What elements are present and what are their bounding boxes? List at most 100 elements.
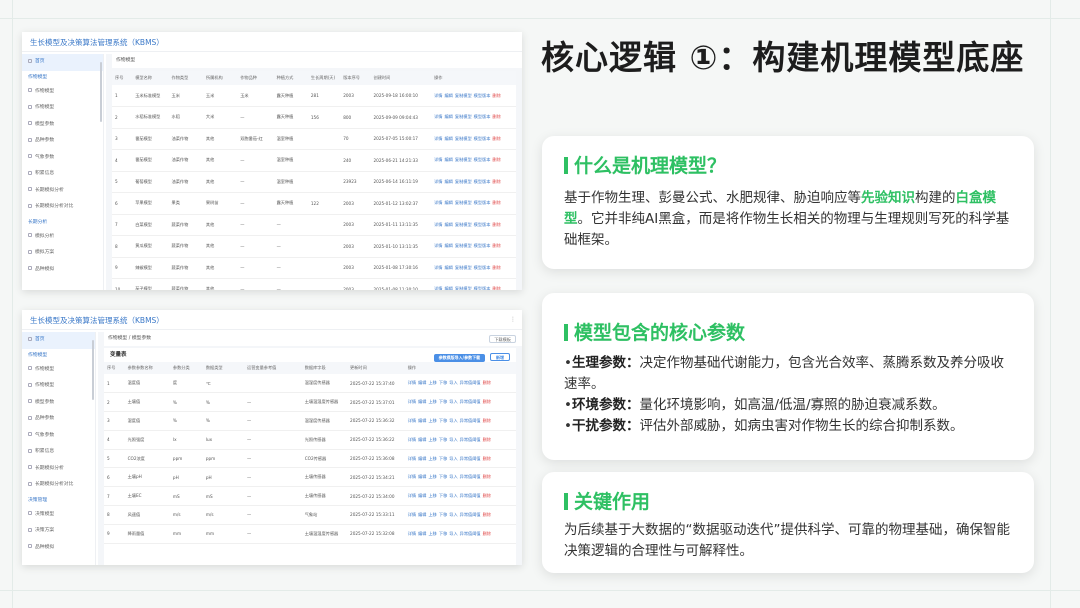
delete-link[interactable]: 删除 — [492, 114, 500, 119]
scrollbar[interactable] — [92, 340, 94, 400]
action-link[interactable]: 上移 — [428, 437, 436, 442]
sidebar-item[interactable]: 品种参数 — [22, 411, 95, 428]
action-link[interactable]: 编辑 — [444, 136, 452, 141]
scrollbar[interactable] — [100, 62, 102, 122]
action-link[interactable]: 编辑 — [418, 418, 426, 423]
delete-link[interactable]: 删除 — [492, 136, 500, 141]
action-link[interactable]: 详情 — [408, 531, 416, 536]
action-link[interactable]: 详情 — [408, 418, 416, 423]
sidebar-item[interactable]: 长期模拟分析对比 — [22, 199, 103, 216]
sidebar-item[interactable]: 长期模拟分析 — [22, 183, 103, 200]
action-link[interactable]: 异常值阈值 — [460, 380, 481, 385]
delete-link[interactable]: 删除 — [492, 286, 500, 290]
action-link[interactable]: 模型版本 — [474, 136, 491, 141]
action-link[interactable]: 异常值阈值 — [460, 456, 481, 461]
sidebar-item[interactable]: 作物模型 — [22, 84, 103, 101]
action-link[interactable]: 异常值阈值 — [460, 531, 481, 536]
action-link[interactable]: 异常值阈值 — [460, 418, 481, 423]
sidebar-item[interactable]: 气象参数 — [22, 150, 103, 167]
sidebar-item[interactable]: 长期模拟分析 — [22, 461, 95, 478]
sidebar-item[interactable]: 品种参数 — [22, 133, 103, 150]
action-link[interactable]: 异常值阈值 — [460, 399, 481, 404]
action-link[interactable]: 下移 — [439, 493, 447, 498]
delete-link[interactable]: 删除 — [492, 243, 500, 248]
download-template-button[interactable]: 下载模板 — [489, 335, 516, 343]
action-link[interactable]: 下移 — [439, 531, 447, 536]
action-link[interactable]: 详情 — [434, 222, 442, 227]
sidebar-item[interactable]: 气象参数 — [22, 428, 95, 445]
action-link[interactable]: 模型版本 — [474, 222, 491, 227]
sidebar-item[interactable]: 模拟方案 — [22, 245, 103, 262]
action-link[interactable]: 详情 — [434, 136, 442, 141]
import-button[interactable]: 参数模版导入/参数下载 — [433, 354, 486, 362]
action-link[interactable]: 导入 — [449, 512, 457, 517]
action-link[interactable]: 详情 — [434, 200, 442, 205]
action-link[interactable]: 详情 — [434, 114, 442, 119]
action-link[interactable]: 导入 — [449, 531, 457, 536]
action-link[interactable]: 导入 — [449, 474, 457, 479]
action-link[interactable]: 上移 — [428, 531, 436, 536]
action-link[interactable]: 下移 — [439, 456, 447, 461]
sidebar-item[interactable]: 作物模型 — [22, 100, 103, 117]
action-link[interactable]: 编辑 — [444, 200, 452, 205]
action-link[interactable]: 编辑 — [444, 286, 452, 290]
action-link[interactable]: 编辑 — [444, 114, 452, 119]
sidebar-item[interactable]: 品种模拟 — [22, 262, 103, 279]
action-link[interactable]: 复制模型 — [455, 114, 472, 119]
action-link[interactable]: 上移 — [428, 474, 436, 479]
sidebar-item[interactable]: 品种模拟 — [22, 540, 95, 557]
action-link[interactable]: 导入 — [449, 399, 457, 404]
action-link[interactable]: 导入 — [449, 380, 457, 385]
action-link[interactable]: 下移 — [439, 512, 447, 517]
action-link[interactable]: 复制模型 — [455, 222, 472, 227]
action-link[interactable]: 导入 — [449, 493, 457, 498]
action-link[interactable]: 导入 — [449, 456, 457, 461]
delete-link[interactable]: 删除 — [483, 531, 491, 536]
action-link[interactable]: 上移 — [428, 493, 436, 498]
action-link[interactable]: 下移 — [439, 399, 447, 404]
delete-link[interactable]: 删除 — [483, 474, 491, 479]
delete-link[interactable]: 删除 — [492, 222, 500, 227]
action-link[interactable]: 上移 — [428, 456, 436, 461]
action-link[interactable]: 模型版本 — [474, 243, 491, 248]
action-link[interactable]: 详情 — [434, 265, 442, 270]
action-link[interactable]: 模型版本 — [474, 93, 491, 98]
sidebar-item[interactable]: 模型参数 — [22, 395, 95, 412]
action-link[interactable]: 下移 — [439, 418, 447, 423]
action-link[interactable]: 编辑 — [444, 243, 452, 248]
delete-link[interactable]: 删除 — [483, 399, 491, 404]
action-link[interactable]: 编辑 — [418, 474, 426, 479]
action-link[interactable]: 上移 — [428, 418, 436, 423]
action-link[interactable]: 详情 — [408, 456, 416, 461]
sidebar-item[interactable]: 模拟分析 — [22, 229, 103, 246]
action-link[interactable]: 编辑 — [418, 380, 426, 385]
sidebar-item[interactable]: 积累信息 — [22, 444, 95, 461]
action-link[interactable]: 模型版本 — [474, 179, 491, 184]
action-link[interactable]: 详情 — [434, 243, 442, 248]
delete-link[interactable]: 删除 — [492, 265, 500, 270]
sidebar-item[interactable]: 作物模型 — [22, 362, 95, 379]
action-link[interactable]: 异常值阈值 — [460, 474, 481, 479]
action-link[interactable]: 复制模型 — [455, 136, 472, 141]
action-link[interactable]: 模型版本 — [474, 200, 491, 205]
action-link[interactable]: 导入 — [449, 437, 457, 442]
action-link[interactable]: 编辑 — [444, 265, 452, 270]
action-link[interactable]: 导入 — [449, 418, 457, 423]
action-link[interactable]: 异常值阈值 — [460, 437, 481, 442]
action-link[interactable]: 详情 — [408, 399, 416, 404]
action-link[interactable]: 下移 — [439, 437, 447, 442]
delete-link[interactable]: 删除 — [483, 456, 491, 461]
action-link[interactable]: 编辑 — [418, 399, 426, 404]
action-link[interactable]: 详情 — [434, 93, 442, 98]
sidebar-item[interactable]: 决策方案 — [22, 523, 95, 540]
action-link[interactable]: 编辑 — [418, 493, 426, 498]
action-link[interactable]: 详情 — [434, 179, 442, 184]
action-link[interactable]: 编辑 — [444, 93, 452, 98]
action-link[interactable]: 复制模型 — [455, 243, 472, 248]
sidebar-item[interactable]: 积累信息 — [22, 166, 103, 183]
action-link[interactable]: 复制模型 — [455, 157, 472, 162]
action-link[interactable]: 详情 — [408, 437, 416, 442]
action-link[interactable]: 模型版本 — [474, 157, 491, 162]
action-link[interactable]: 编辑 — [418, 531, 426, 536]
sidebar-item[interactable]: 作物模型 — [22, 378, 95, 395]
